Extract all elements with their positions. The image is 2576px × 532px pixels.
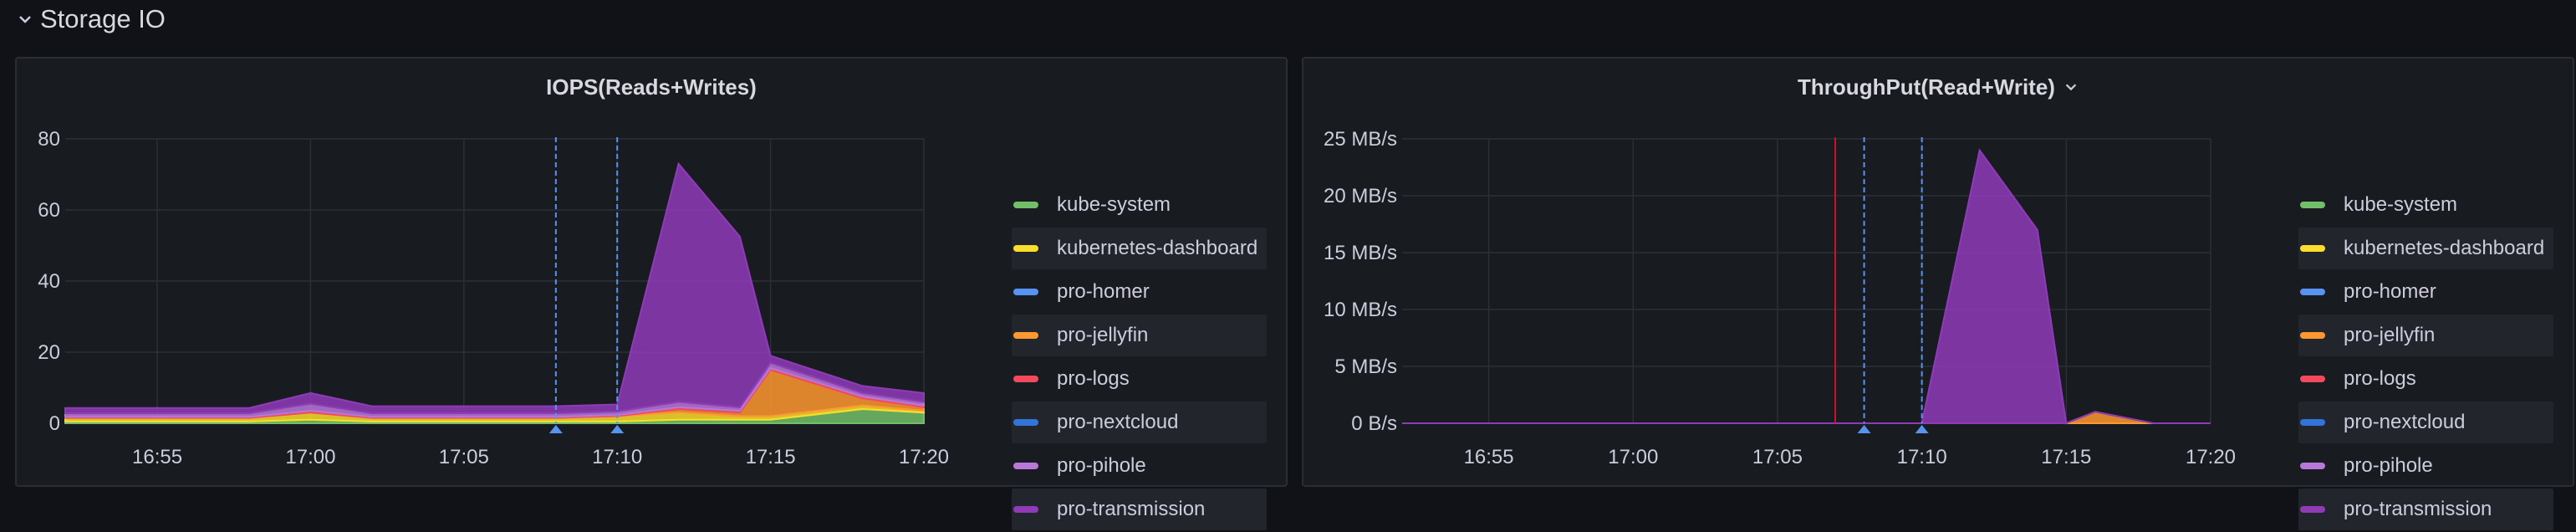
legend-item[interactable]: pro-nextcloud <box>1012 402 1267 443</box>
y-tick-label: 20 MB/s <box>1324 185 1397 207</box>
legend-swatch <box>2300 289 2325 295</box>
legend-item[interactable]: pro-jellyfin <box>1012 315 1267 356</box>
x-tick-label: 17:20 <box>899 446 949 468</box>
legend-label: pro-jellyfin <box>1057 324 1149 346</box>
legend-label: kubernetes-dashboard <box>1057 237 1258 259</box>
legend-item[interactable]: pro-logs <box>1012 358 1267 400</box>
row-title: Storage IO <box>40 4 166 33</box>
legend: kube-system kubernetes-dashboard pro-homer… <box>1012 184 1267 532</box>
annotation-marker-icon[interactable] <box>1915 425 1929 433</box>
legend-label: pro-logs <box>2344 367 2416 390</box>
x-tick-label: 17:10 <box>592 446 642 468</box>
legend-label: pro-transmission <box>2344 498 2492 520</box>
legend-swatch <box>1013 202 1038 208</box>
legend-item[interactable]: kube-system <box>2298 184 2553 226</box>
legend-label: pro-nextcloud <box>1057 411 1179 433</box>
legend-label: kube-system <box>1057 193 1171 216</box>
y-tick-label: 0 B/s <box>1351 412 1397 435</box>
y-tick-label: 80 <box>38 128 60 151</box>
legend-label: kube-system <box>2344 193 2458 216</box>
x-tick-label: 17:05 <box>439 446 489 468</box>
legend-swatch <box>1013 245 1038 252</box>
legend-item[interactable]: kubernetes-dashboard <box>2298 228 2553 269</box>
legend-item[interactable]: pro-homer <box>1012 271 1267 313</box>
annotation-marker-icon[interactable] <box>1857 425 1871 433</box>
annotation-marker-icon[interactable] <box>548 425 563 433</box>
legend-item[interactable]: pro-logs <box>2298 358 2553 400</box>
legend-item[interactable]: pro-transmission <box>2298 489 2553 530</box>
legend-item[interactable]: kube-system <box>1012 184 1267 226</box>
legend-swatch <box>1013 419 1038 426</box>
legend: kube-system kubernetes-dashboard pro-homer… <box>2298 184 2553 532</box>
iops-panel[interactable]: IOPS(Reads+Writes) 0 20 40 60 80 16:55 17:00 17… <box>15 57 1288 530</box>
y-tick-label: 40 <box>38 270 60 293</box>
legend-swatch <box>1013 463 1038 469</box>
x-tick-label: 17:05 <box>1752 446 1803 468</box>
chevron-down-icon <box>19 16 31 23</box>
x-tick-label: 17:15 <box>2041 446 2091 468</box>
legend-label: kubernetes-dashboard <box>2344 237 2545 259</box>
legend-label: pro-nextcloud <box>2344 411 2466 433</box>
legend-swatch <box>2300 506 2325 513</box>
x-tick-label: 17:00 <box>285 446 335 468</box>
y-tick-label: 0 <box>49 412 60 435</box>
x-tick-label: 17:10 <box>1897 446 1947 468</box>
x-tick-label: 17:00 <box>1608 446 1658 468</box>
throughput-panel[interactable]: ThroughPut(Read+Write) 0 B/s 5 MB/s 10 MB/… <box>1302 57 2574 530</box>
annotation-marker-icon[interactable] <box>610 425 625 433</box>
legend-item[interactable]: pro-homer <box>2298 271 2553 313</box>
legend-swatch <box>2300 419 2325 426</box>
legend-swatch <box>2300 245 2325 252</box>
legend-swatch <box>1013 376 1038 382</box>
y-tick-label: 60 <box>38 199 60 222</box>
legend-item[interactable]: pro-jellyfin <box>2298 315 2553 356</box>
legend-swatch <box>1013 506 1038 513</box>
legend-label: pro-pihole <box>1057 454 1146 477</box>
y-tick-label: 25 MB/s <box>1324 128 1397 151</box>
legend-item[interactable]: pro-pihole <box>2298 445 2553 487</box>
legend-item[interactable]: pro-transmission <box>1012 489 1267 530</box>
x-tick-label: 17:20 <box>2186 446 2236 468</box>
x-tick-label: 17:15 <box>746 446 796 468</box>
legend-label: pro-homer <box>1057 280 1150 303</box>
legend-swatch <box>2300 332 2325 339</box>
legend-label: pro-homer <box>2344 280 2436 303</box>
legend-label: pro-logs <box>1057 367 1130 390</box>
legend-item[interactable]: pro-nextcloud <box>2298 402 2553 443</box>
area-series-pro-transmission <box>1402 148 2211 425</box>
legend-swatch <box>2300 463 2325 469</box>
legend-swatch <box>2300 376 2325 382</box>
legend-item[interactable]: pro-pihole <box>1012 445 1267 487</box>
legend-swatch <box>1013 332 1038 339</box>
y-tick-label: 10 MB/s <box>1324 299 1397 321</box>
y-tick-label: 5 MB/s <box>1334 356 1397 378</box>
y-tick-label: 15 MB/s <box>1324 242 1397 264</box>
y-tick-label: 20 <box>38 341 60 364</box>
legend-swatch <box>2300 202 2325 208</box>
legend-label: pro-jellyfin <box>2344 324 2436 346</box>
legend-swatch <box>1013 289 1038 295</box>
legend-label: pro-pihole <box>2344 454 2433 477</box>
legend-item[interactable]: kubernetes-dashboard <box>1012 228 1267 269</box>
x-tick-label: 16:55 <box>1464 446 1514 468</box>
x-tick-label: 16:55 <box>132 446 182 468</box>
legend-label: pro-transmission <box>1057 498 1206 520</box>
row-header-storage-io[interactable]: Storage IO <box>17 0 166 38</box>
